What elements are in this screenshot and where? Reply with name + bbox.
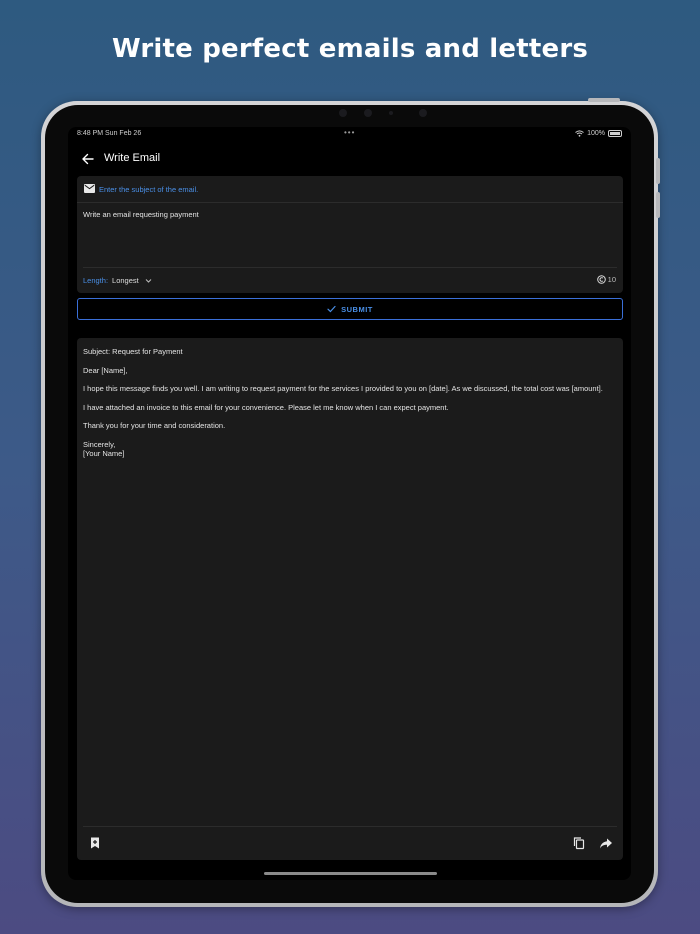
status-bar: 8:48 PM Sun Feb 26 ••• 100% — [68, 127, 631, 141]
length-selector[interactable]: Length: Longest — [83, 276, 152, 285]
chevron-down-icon[interactable] — [145, 277, 152, 284]
app-screen: 8:48 PM Sun Feb 26 ••• 100% Write Email … — [68, 127, 631, 880]
sensor-dot — [389, 111, 393, 115]
submit-label: SUBMIT — [341, 304, 373, 314]
email-closing: Sincerely, — [83, 439, 116, 449]
sensor-dot — [419, 109, 427, 117]
mail-icon — [84, 184, 95, 193]
length-label: Length: — [83, 276, 109, 285]
email-paragraph: I hope this message finds you well. I am… — [83, 384, 603, 394]
wifi-icon — [575, 130, 584, 137]
volume-up-button — [656, 158, 660, 184]
subject-row — [77, 176, 623, 203]
credits-icon — [596, 275, 606, 284]
generated-email-card: Subject: Request for Payment Dear [Name]… — [77, 338, 623, 860]
submit-button[interactable]: SUBMIT — [77, 298, 623, 320]
multitask-dots[interactable]: ••• — [344, 128, 355, 137]
camera-area — [339, 107, 449, 119]
battery-icon — [608, 130, 622, 137]
top-button — [588, 98, 620, 102]
status-right: 100% — [575, 130, 622, 137]
length-value[interactable]: Longest — [112, 276, 139, 285]
copy-icon[interactable] — [572, 836, 586, 850]
divider — [83, 826, 617, 827]
subject-input[interactable] — [99, 182, 599, 196]
email-subject-line: Subject: Request for Payment — [83, 347, 183, 356]
email-paragraph: I have attached an invoice to this email… — [83, 402, 449, 412]
headline: Write perfect emails and letters — [111, 34, 589, 64]
credits-count: 10 — [607, 275, 616, 284]
email-form-card: Write an email requesting payment Length… — [77, 176, 623, 293]
back-arrow-icon[interactable] — [80, 151, 96, 167]
email-paragraph: Thank you for your time and consideratio… — [83, 421, 226, 431]
email-greeting: Dear [Name], — [83, 365, 128, 375]
sensor-dot — [339, 109, 347, 117]
check-icon — [327, 305, 336, 313]
page-title: Write Email — [104, 152, 161, 164]
battery-percent: 100% — [587, 130, 605, 137]
status-time: 8:48 PM Sun Feb 26 — [77, 130, 142, 137]
credits-badge: 10 — [596, 275, 616, 284]
volume-down-button — [656, 192, 660, 218]
camera-icon — [364, 109, 372, 117]
email-signature: [Your Name] — [83, 449, 125, 459]
home-indicator[interactable] — [264, 872, 437, 875]
share-icon[interactable] — [599, 836, 613, 850]
prompt-input[interactable]: Write an email requesting payment — [83, 210, 613, 219]
generated-email-text[interactable]: Subject: Request for Payment Dear [Name]… — [83, 347, 615, 459]
divider — [83, 267, 617, 268]
app-bar: Write Email — [68, 147, 631, 171]
bookmark-add-icon[interactable] — [88, 836, 102, 850]
